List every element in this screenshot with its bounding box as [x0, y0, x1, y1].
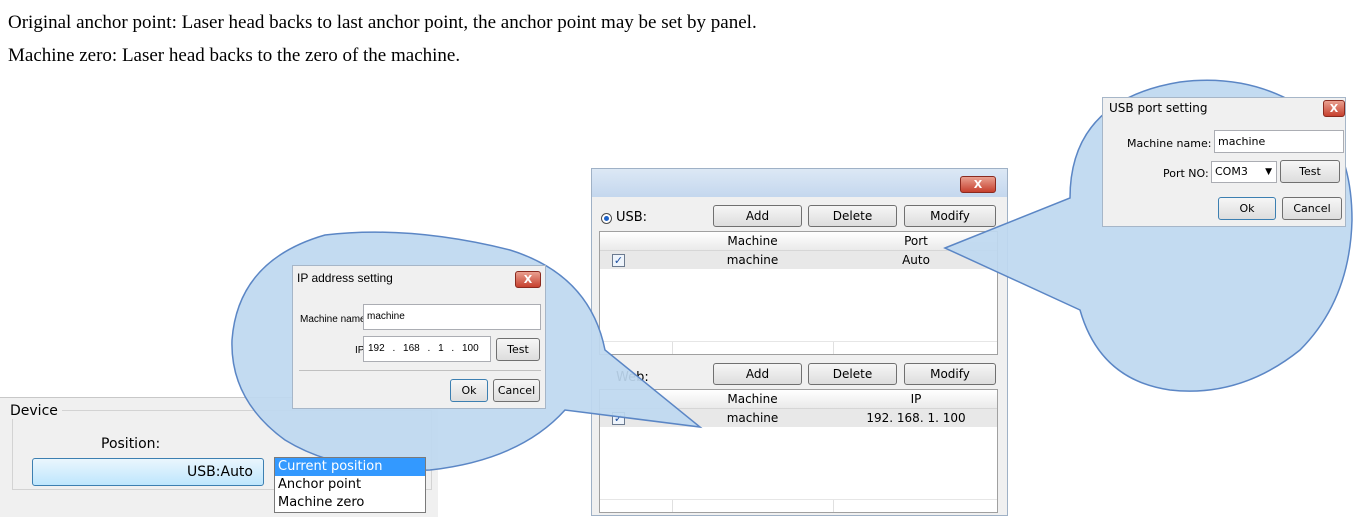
device-group-label: Device [6, 403, 62, 419]
ip-octet-2: 168 [403, 343, 420, 354]
port-select-value: COM3 [1215, 165, 1248, 178]
ip-cancel-button[interactable]: Cancel [493, 379, 540, 402]
ip-octet-3: 1 [438, 343, 444, 354]
ip-dialog-close-button[interactable]: X [515, 271, 541, 288]
ip-address-input[interactable]: 192 . 168 . 1 . 100 [363, 336, 491, 362]
ip-dialog-divider [299, 370, 541, 371]
web-delete-button[interactable]: Delete [808, 363, 897, 385]
usb-test-button[interactable]: Test [1280, 160, 1340, 183]
ip-address-setting-dialog: IP address setting X Machine name: machi… [292, 265, 546, 409]
usb-add-button[interactable]: Add [713, 205, 802, 227]
position-dropdown-list: Current position Anchor point Machine ze… [274, 457, 426, 513]
usb-machine-name-label: Machine name: [1127, 137, 1212, 150]
ip-ok-button[interactable]: Ok [450, 379, 488, 402]
position-label: Position: [101, 436, 161, 452]
doc-line-anchor: Original anchor point: Laser head backs … [8, 12, 757, 33]
port-no-label: Port NO: [1163, 167, 1209, 180]
ip-machine-name-input[interactable]: machine [363, 304, 541, 330]
position-option-current[interactable]: Current position [275, 458, 425, 476]
usb-delete-button[interactable]: Delete [808, 205, 897, 227]
usb-dialog-title: USB port setting [1109, 101, 1208, 115]
ip-machine-name-label: Machine name: [300, 314, 369, 325]
usb-radio[interactable] [601, 213, 612, 224]
position-option-anchor[interactable]: Anchor point [275, 476, 425, 494]
ip-dialog-title: IP address setting [297, 271, 393, 285]
usb-dialog-close-button[interactable]: X [1323, 100, 1345, 117]
doc-line-machine-zero: Machine zero: Laser head backs to the ze… [8, 45, 461, 66]
usb-cancel-button[interactable]: Cancel [1282, 197, 1342, 220]
port-select[interactable]: COM3 ▼ [1211, 161, 1277, 183]
usb-machine-name-input[interactable]: machine [1214, 130, 1344, 153]
ip-test-button[interactable]: Test [496, 338, 540, 361]
position-option-machine-zero[interactable]: Machine zero [275, 494, 425, 512]
usb-ok-button[interactable]: Ok [1218, 197, 1276, 220]
usb-port-setting-dialog: USB port setting X Machine name: machine… [1102, 97, 1346, 227]
ip-octet-4: 100 [461, 343, 479, 354]
chevron-down-icon: ▼ [1265, 167, 1272, 177]
usb-label: USB: [616, 210, 648, 225]
ip-octet-1: 192 [368, 343, 385, 354]
row-ip: 192. 168. 1. 100 [866, 411, 966, 425]
